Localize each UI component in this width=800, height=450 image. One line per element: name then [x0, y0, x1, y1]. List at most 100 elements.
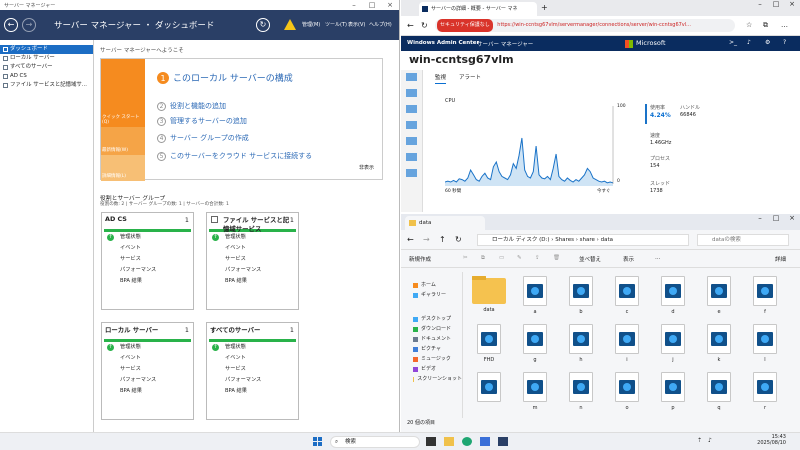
start-button[interactable]: [313, 437, 322, 446]
edge-taskbar-icon[interactable]: [462, 437, 472, 446]
quick-item-1[interactable]: 1 このローカル サーバーの構成: [157, 71, 293, 84]
minimize-button[interactable]: –: [345, 0, 363, 10]
tool-icon[interactable]: [406, 73, 417, 81]
tab-monitor[interactable]: 監視: [435, 73, 447, 84]
file-item[interactable]: f: [745, 276, 785, 328]
nav-item-downloads[interactable]: ダウンロード: [401, 324, 462, 334]
clock[interactable]: 15:43 2025/08/10: [726, 434, 786, 446]
nav-item-screenshots[interactable]: スクリーンショット: [401, 374, 462, 384]
file-item[interactable]: r: [745, 372, 785, 418]
bell-icon[interactable]: ♪: [747, 39, 751, 46]
gear-icon[interactable]: ⚙: [765, 39, 770, 46]
tool-icon[interactable]: [406, 105, 417, 113]
file-item[interactable]: m: [515, 372, 555, 418]
more-icon[interactable]: …: [781, 21, 788, 29]
view-button[interactable]: 表示: [623, 255, 634, 263]
quick-item-2[interactable]: 2 役割と機能の追加: [157, 101, 226, 111]
share-icon[interactable]: ⇪: [535, 255, 540, 261]
learn-more-tile[interactable]: 詳細情報(L): [101, 155, 145, 181]
new-button[interactable]: 新規作成: [409, 255, 431, 263]
forward-icon[interactable]: →: [423, 235, 430, 244]
card-item[interactable]: サービス: [207, 254, 298, 265]
network-icon[interactable]: ⇡: [697, 437, 702, 444]
card-item[interactable]: イベント: [207, 353, 298, 364]
card-item[interactable]: サービス: [207, 364, 298, 375]
menu-help[interactable]: ヘルプ(H): [369, 21, 392, 28]
nav-item-pictures[interactable]: ピクチャ: [401, 344, 462, 354]
menu-manage[interactable]: 管理(M): [302, 21, 320, 28]
nav-item-videos[interactable]: ビデオ: [401, 364, 462, 374]
sidebar-item-adcs[interactable]: AD CS: [0, 72, 93, 81]
card-item[interactable]: イベント: [207, 243, 298, 254]
favorites-icon[interactable]: ☆: [746, 21, 752, 29]
notifications-flag-icon[interactable]: [284, 19, 296, 30]
quick-item-4[interactable]: 4 サーバー グループの作成: [157, 133, 249, 143]
card-item[interactable]: ↑ 管理状態: [102, 232, 193, 243]
folder-item[interactable]: data: [469, 276, 509, 328]
menu-tools[interactable]: ツール(T): [325, 21, 347, 28]
minimize-button[interactable]: –: [752, 214, 768, 222]
url-field[interactable]: セキュリティ保護なし https://win-ccntsg67vlm/serve…: [435, 19, 735, 32]
tool-icon[interactable]: [406, 89, 417, 97]
file-item[interactable]: q: [699, 372, 739, 418]
tool-icon[interactable]: [406, 153, 417, 161]
taskbar-search[interactable]: ⌕ 検索: [330, 436, 420, 448]
refresh-icon[interactable]: ↻: [455, 235, 462, 244]
role-card-adcs[interactable]: AD CS 1 ↑ 管理状態 イベント サービス パフォーマンス BPA 結果: [101, 212, 194, 310]
card-item[interactable]: パフォーマンス: [102, 265, 193, 276]
maximize-button[interactable]: □: [768, 0, 784, 8]
back-button[interactable]: ←: [4, 18, 18, 32]
role-card-file-services[interactable]: ファイル サービスと記憶域サービス 1 ↑ 管理状態 イベント サービス パフォーマ…: [206, 212, 299, 310]
file-item[interactable]: l: [745, 324, 785, 376]
file-item[interactable]: b: [561, 276, 601, 328]
nav-item-desktop[interactable]: デスクトップ: [401, 314, 462, 324]
tool-icon[interactable]: [406, 121, 417, 129]
file-item[interactable]: e: [699, 276, 739, 328]
path-field[interactable]: ローカル ディスク (D:) › Shares › share › data: [477, 234, 689, 246]
file-item[interactable]: i: [607, 324, 647, 376]
file-item[interactable]: n: [561, 372, 601, 418]
file-explorer-taskbar-icon[interactable]: [444, 437, 454, 446]
card-item[interactable]: BPA 結果: [207, 386, 298, 397]
card-item[interactable]: パフォーマンス: [207, 375, 298, 386]
sidebar-item-file-services[interactable]: ファイル サービスと記憶域サ...: [0, 81, 93, 90]
server-manager-taskbar-icon[interactable]: [498, 437, 508, 446]
card-item[interactable]: イベント: [102, 353, 193, 364]
nav-item-gallery[interactable]: ギャラリー: [401, 290, 462, 300]
more-icon[interactable]: …: [655, 255, 661, 261]
role-card-all-servers[interactable]: すべてのサーバー 1 ↑ 管理状態 イベント サービス パフォーマンス BPA 結果: [206, 322, 299, 420]
file-item[interactable]: j: [653, 324, 693, 376]
help-icon[interactable]: ?: [783, 39, 786, 46]
sidebar-item-all-servers[interactable]: すべてのサーバー: [0, 63, 93, 72]
card-item[interactable]: ↑ 管理状態: [207, 342, 298, 353]
file-item[interactable]: d: [653, 276, 693, 328]
file-item[interactable]: c: [607, 276, 647, 328]
file-item[interactable]: g: [515, 324, 555, 376]
file-item[interactable]: o: [607, 372, 647, 418]
card-item[interactable]: イベント: [102, 243, 193, 254]
card-item[interactable]: パフォーマンス: [102, 375, 193, 386]
forward-button[interactable]: →: [22, 18, 36, 32]
new-tab-button[interactable]: +: [541, 3, 548, 12]
sidebar-item-dashboard[interactable]: ダッシュボード: [0, 45, 93, 54]
tool-icon[interactable]: [406, 137, 417, 145]
cut-icon[interactable]: ✂: [463, 255, 468, 261]
refresh-icon[interactable]: ↻: [256, 18, 270, 32]
hide-link[interactable]: 非表示: [359, 164, 374, 171]
refresh-icon[interactable]: ↻: [421, 21, 428, 30]
wac-title[interactable]: Windows Admin Center: [407, 40, 479, 46]
sort-button[interactable]: 並べ替え: [579, 255, 601, 263]
file-item[interactable]: FHD: [469, 324, 509, 376]
quick-start-tile[interactable]: クイック スタート(Q): [101, 59, 145, 127]
paste-icon[interactable]: ▭: [499, 255, 504, 261]
nav-item-music[interactable]: ミュージック: [401, 354, 462, 364]
back-icon[interactable]: ←: [407, 235, 414, 244]
maximize-button[interactable]: □: [363, 0, 381, 10]
back-icon[interactable]: ←: [407, 21, 414, 30]
card-item[interactable]: サービス: [102, 254, 193, 265]
quick-item-5[interactable]: 5 このサーバーをクラウド サービスに接続する: [157, 151, 312, 161]
file-item[interactable]: p: [653, 372, 693, 418]
close-button[interactable]: ×: [381, 0, 399, 10]
minimize-button[interactable]: –: [752, 0, 768, 8]
card-item[interactable]: ↑ 管理状態: [102, 342, 193, 353]
